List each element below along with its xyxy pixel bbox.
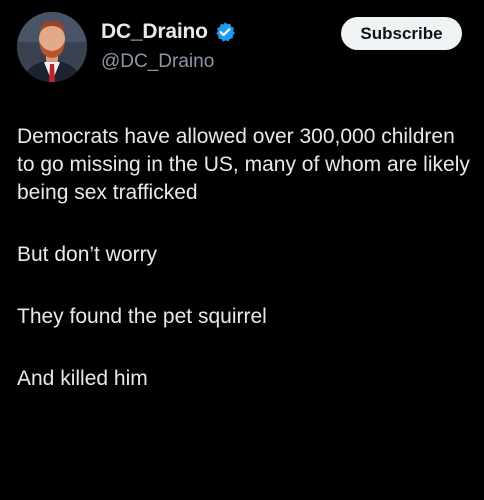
tweet-post: DC_Draino @DC_Draino Subscribe Democrats…	[0, 0, 484, 500]
tweet-paragraph: And killed him	[17, 367, 148, 390]
verified-badge-icon	[214, 21, 236, 43]
author-handle[interactable]: @DC_Draino	[101, 51, 214, 73]
author-name-row[interactable]: DC_Draino	[101, 17, 236, 47]
avatar[interactable]	[17, 12, 87, 82]
tweet-text: Democrats have allowed over 300,000 chil…	[17, 123, 477, 393]
profile-avatar-image	[17, 12, 87, 82]
subscribe-button[interactable]: Subscribe	[341, 17, 462, 50]
display-name[interactable]: DC_Draino	[101, 20, 208, 44]
tweet-paragraph: But don’t worry	[17, 243, 158, 266]
tweet-paragraph: They found the pet squirrel	[17, 305, 267, 328]
tweet-paragraph: Democrats have allowed over 300,000 chil…	[17, 125, 470, 204]
